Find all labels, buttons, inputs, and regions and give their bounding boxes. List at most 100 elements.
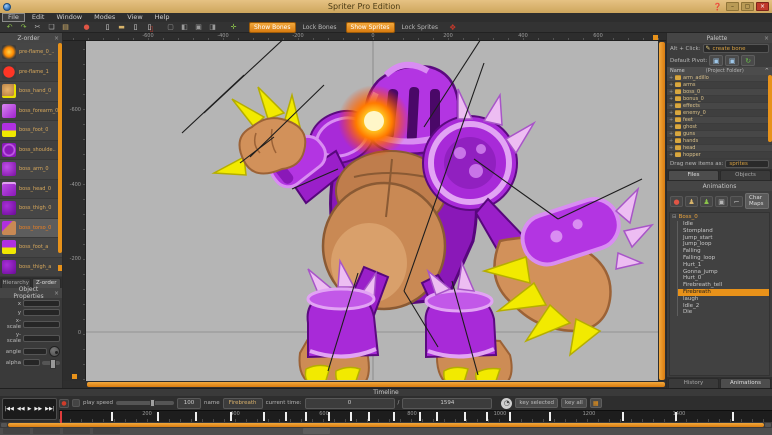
keyframe-tick[interactable] <box>230 412 232 421</box>
transport-button[interactable]: ▶▶ <box>33 406 43 412</box>
keyframe-tick[interactable] <box>285 412 287 421</box>
keyframe-tick[interactable] <box>350 412 352 421</box>
keyframe-tick[interactable] <box>509 412 511 421</box>
key-all-icon-button[interactable]: ▦ <box>590 398 602 408</box>
transport-button[interactable]: ◀◀ <box>16 406 26 412</box>
keyframe-tick[interactable] <box>419 412 421 421</box>
zorder-item[interactable]: boss_shoulde.. <box>0 141 62 161</box>
keyframe-tick[interactable] <box>464 412 466 421</box>
zorder-item[interactable]: boss_hand_0 <box>0 82 62 102</box>
total-time-value[interactable]: 1594 <box>402 398 492 409</box>
expand-icon[interactable]: + <box>669 124 673 130</box>
animation-item[interactable]: Hurt_1 <box>678 262 769 269</box>
folder-row[interactable]: + ghost <box>667 124 772 131</box>
close-button[interactable]: × <box>756 2 769 11</box>
character-icon[interactable]: ♟ <box>685 196 698 207</box>
zorder-item[interactable]: boss_forearm_0 <box>0 102 62 122</box>
zorder-item[interactable]: boss_head_0 <box>0 180 62 200</box>
expand-icon[interactable]: + <box>669 75 673 81</box>
folder-row[interactable]: + head <box>667 145 772 152</box>
animation-item[interactable]: Jump_start <box>678 235 769 242</box>
folder-row[interactable]: + hands <box>667 138 772 145</box>
folder-row[interactable]: + feet <box>667 117 772 124</box>
playhead[interactable] <box>60 411 62 423</box>
folder-row[interactable]: + hopper <box>667 152 772 159</box>
y-field[interactable] <box>23 309 60 316</box>
current-time-value[interactable]: 0 <box>305 398 395 409</box>
animation-item[interactable]: Hurt_0 <box>678 275 769 282</box>
file-list-header[interactable]: Name (Project Folder) ^ <box>667 67 772 75</box>
keyframe-tick[interactable] <box>622 412 624 421</box>
palette-panel-tab[interactable]: Files <box>668 170 719 180</box>
save-icon[interactable]: ▯ <box>129 22 142 32</box>
canvas-viewport[interactable] <box>86 41 658 381</box>
record-animation-icon[interactable]: ● <box>670 196 683 207</box>
animation-item[interactable]: Die <box>678 309 769 316</box>
palette-panel-tab[interactable]: Objects <box>720 170 771 180</box>
animations-panel-tab[interactable]: Animations <box>720 378 771 388</box>
x-field[interactable] <box>23 300 60 307</box>
alpha-field[interactable] <box>23 359 40 366</box>
animations-panel-tab[interactable]: History <box>668 378 719 388</box>
expand-icon[interactable]: + <box>669 89 673 95</box>
layout-icon-1[interactable]: ▢ <box>164 22 177 32</box>
taskbar-item[interactable] <box>3 428 30 434</box>
expand-icon[interactable]: + <box>669 152 673 158</box>
taskbar-item[interactable] <box>33 428 60 434</box>
keyframe-tick[interactable] <box>732 412 734 421</box>
zorder-item[interactable]: pre-flame_1 <box>0 63 62 83</box>
expand-icon[interactable]: + <box>669 145 673 151</box>
folder-row[interactable]: + bonus_0 <box>667 96 772 103</box>
canvas-vertical-scrollbar[interactable] <box>658 41 666 381</box>
zorder-item[interactable]: boss_foot_a <box>0 238 62 258</box>
expand-icon[interactable]: + <box>669 110 673 116</box>
keyframe-tick[interactable] <box>111 412 113 421</box>
zorder-item[interactable]: boss_foot_0 <box>0 121 62 141</box>
fullscreen-icon[interactable]: ✛ <box>227 22 240 32</box>
key-selected-button[interactable]: key selected <box>515 398 558 408</box>
create-bone-button[interactable]: ✎ create bone <box>703 44 769 53</box>
zorder-item[interactable]: boss_arm_0 <box>0 160 62 180</box>
zorder-item[interactable]: boss_thigh_a <box>0 258 62 278</box>
zorder-item[interactable]: pre-flame_0_.. <box>0 43 62 63</box>
folder-row[interactable]: + boss_0 <box>667 89 772 96</box>
expand-icon[interactable]: + <box>669 131 673 137</box>
keyframe-tick[interactable] <box>549 412 551 421</box>
menu-item[interactable]: File <box>2 13 25 22</box>
animation-item[interactable]: Firebreath <box>678 289 769 296</box>
canvas-horizontal-scrollbar[interactable] <box>63 381 666 388</box>
show-sprites-button[interactable]: Show Sprites <box>346 22 395 33</box>
snap-toggle[interactable] <box>72 399 80 407</box>
file-list-scrollbar[interactable] <box>768 75 772 142</box>
taskbar-item[interactable] <box>93 428 120 434</box>
menu-item[interactable]: Edit <box>27 13 50 22</box>
clock-icon[interactable]: ◔ <box>501 398 512 409</box>
transport-button[interactable]: |◀◀ <box>3 406 14 412</box>
keyframe-tick[interactable] <box>305 412 307 421</box>
length-icon[interactable]: ⌐ <box>730 196 743 207</box>
folder-row[interactable]: + enemy_0 <box>667 110 772 117</box>
animation-item[interactable]: Idle <box>678 221 769 228</box>
collapse-icon[interactable]: ^ <box>765 68 769 74</box>
char-maps-button[interactable]: Char Maps <box>745 193 769 209</box>
key-all-button[interactable]: key all <box>561 398 587 408</box>
animation-item[interactable]: Falling_loop <box>678 255 769 262</box>
transport-button[interactable]: ▶ <box>27 406 33 412</box>
keyframe-tick[interactable] <box>157 412 159 421</box>
expand-icon[interactable]: + <box>669 103 673 109</box>
maximize-button[interactable]: ▢ <box>741 2 754 11</box>
animation-item[interactable]: Gonna_jump <box>678 269 769 276</box>
menu-item[interactable]: View <box>122 13 147 22</box>
animation-item[interactable]: Falling <box>678 248 769 255</box>
keyframe-tick[interactable] <box>195 412 197 421</box>
paste-icon[interactable]: ▤ <box>59 22 72 32</box>
show-bones-button[interactable]: Show Bones <box>249 22 296 33</box>
lock-bones-button[interactable]: Lock Bones <box>303 24 337 31</box>
folder-row[interactable]: + arm_adillo <box>667 75 772 82</box>
keyframe-tick[interactable] <box>263 412 265 421</box>
keyframe-tick[interactable] <box>393 412 395 421</box>
layout-icon-2[interactable]: ◧ <box>178 22 191 32</box>
angle-field[interactable] <box>23 348 47 355</box>
refresh-icon[interactable]: ↻ <box>741 55 755 66</box>
timeline-scrollbar[interactable] <box>0 422 772 428</box>
